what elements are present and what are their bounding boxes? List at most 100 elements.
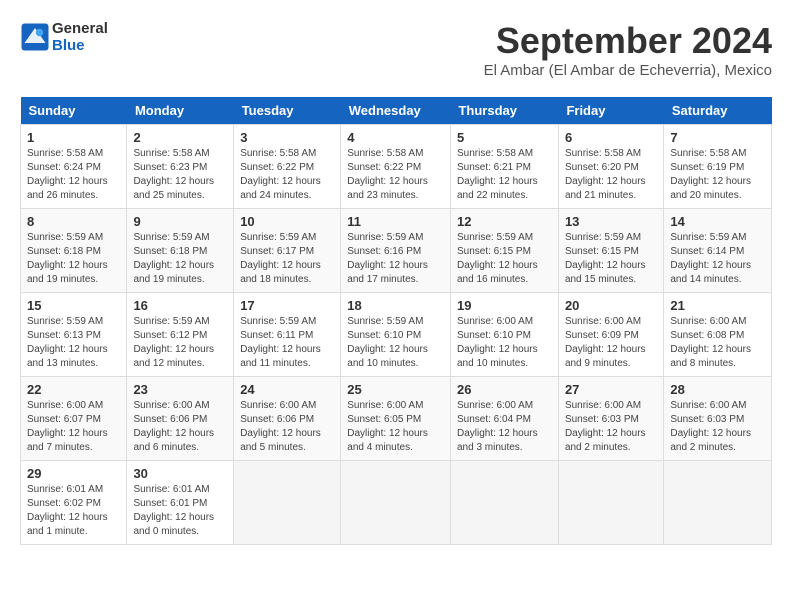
calendar-cell: 16 Sunrise: 5:59 AM Sunset: 6:12 PM Dayl… [127, 293, 234, 377]
day-details: Sunrise: 6:00 AM Sunset: 6:08 PM Dayligh… [670, 315, 765, 371]
calendar-cell: 11 Sunrise: 5:59 AM Sunset: 6:16 PM Dayl… [341, 209, 451, 293]
calendar-cell: 4 Sunrise: 5:58 AM Sunset: 6:22 PM Dayli… [341, 125, 451, 209]
calendar-cell: 12 Sunrise: 5:59 AM Sunset: 6:15 PM Dayl… [450, 209, 558, 293]
calendar-week-3: 15 Sunrise: 5:59 AM Sunset: 6:13 PM Dayl… [21, 293, 772, 377]
col-saturday: Saturday [664, 97, 772, 125]
col-sunday: Sunday [21, 97, 127, 125]
day-details: Sunrise: 5:59 AM Sunset: 6:15 PM Dayligh… [457, 231, 552, 287]
calendar-week-2: 8 Sunrise: 5:59 AM Sunset: 6:18 PM Dayli… [21, 209, 772, 293]
calendar-cell: 8 Sunrise: 5:59 AM Sunset: 6:18 PM Dayli… [21, 209, 127, 293]
calendar-cell [234, 461, 341, 545]
logo-blue: Blue [52, 37, 108, 54]
col-friday: Friday [558, 97, 663, 125]
month-year: September 2024 [484, 20, 772, 62]
day-number: 2 [133, 130, 227, 145]
calendar-cell [558, 461, 663, 545]
day-number: 9 [133, 214, 227, 229]
day-number: 13 [565, 214, 657, 229]
calendar-cell: 27 Sunrise: 6:00 AM Sunset: 6:03 PM Dayl… [558, 377, 663, 461]
calendar-cell: 24 Sunrise: 6:00 AM Sunset: 6:06 PM Dayl… [234, 377, 341, 461]
calendar-cell: 9 Sunrise: 5:59 AM Sunset: 6:18 PM Dayli… [127, 209, 234, 293]
calendar-cell: 14 Sunrise: 5:59 AM Sunset: 6:14 PM Dayl… [664, 209, 772, 293]
day-number: 29 [27, 466, 120, 481]
calendar-cell: 1 Sunrise: 5:58 AM Sunset: 6:24 PM Dayli… [21, 125, 127, 209]
day-number: 11 [347, 214, 444, 229]
day-details: Sunrise: 5:58 AM Sunset: 6:24 PM Dayligh… [27, 147, 120, 203]
day-number: 27 [565, 382, 657, 397]
day-details: Sunrise: 5:59 AM Sunset: 6:10 PM Dayligh… [347, 315, 444, 371]
day-details: Sunrise: 6:00 AM Sunset: 6:06 PM Dayligh… [133, 399, 227, 455]
calendar-cell: 25 Sunrise: 6:00 AM Sunset: 6:05 PM Dayl… [341, 377, 451, 461]
calendar-cell: 30 Sunrise: 6:01 AM Sunset: 6:01 PM Dayl… [127, 461, 234, 545]
day-details: Sunrise: 6:00 AM Sunset: 6:10 PM Dayligh… [457, 315, 552, 371]
day-number: 30 [133, 466, 227, 481]
day-number: 21 [670, 298, 765, 313]
calendar-cell: 29 Sunrise: 6:01 AM Sunset: 6:02 PM Dayl… [21, 461, 127, 545]
day-details: Sunrise: 5:59 AM Sunset: 6:18 PM Dayligh… [27, 231, 120, 287]
col-thursday: Thursday [450, 97, 558, 125]
day-details: Sunrise: 6:01 AM Sunset: 6:02 PM Dayligh… [27, 483, 120, 539]
calendar-cell: 20 Sunrise: 6:00 AM Sunset: 6:09 PM Dayl… [558, 293, 663, 377]
day-number: 4 [347, 130, 444, 145]
day-number: 25 [347, 382, 444, 397]
day-details: Sunrise: 5:59 AM Sunset: 6:11 PM Dayligh… [240, 315, 334, 371]
calendar-week-5: 29 Sunrise: 6:01 AM Sunset: 6:02 PM Dayl… [21, 461, 772, 545]
day-details: Sunrise: 5:59 AM Sunset: 6:17 PM Dayligh… [240, 231, 334, 287]
col-tuesday: Tuesday [234, 97, 341, 125]
day-details: Sunrise: 5:58 AM Sunset: 6:22 PM Dayligh… [347, 147, 444, 203]
day-details: Sunrise: 6:01 AM Sunset: 6:01 PM Dayligh… [133, 483, 227, 539]
calendar-cell: 17 Sunrise: 5:59 AM Sunset: 6:11 PM Dayl… [234, 293, 341, 377]
day-details: Sunrise: 5:59 AM Sunset: 6:13 PM Dayligh… [27, 315, 120, 371]
calendar-cell: 23 Sunrise: 6:00 AM Sunset: 6:06 PM Dayl… [127, 377, 234, 461]
day-number: 26 [457, 382, 552, 397]
calendar-cell: 21 Sunrise: 6:00 AM Sunset: 6:08 PM Dayl… [664, 293, 772, 377]
day-details: Sunrise: 5:59 AM Sunset: 6:12 PM Dayligh… [133, 315, 227, 371]
title-section: September 2024 El Ambar (El Ambar de Ech… [484, 20, 772, 79]
day-number: 5 [457, 130, 552, 145]
day-number: 6 [565, 130, 657, 145]
day-details: Sunrise: 6:00 AM Sunset: 6:05 PM Dayligh… [347, 399, 444, 455]
day-details: Sunrise: 5:59 AM Sunset: 6:14 PM Dayligh… [670, 231, 765, 287]
day-details: Sunrise: 6:00 AM Sunset: 6:09 PM Dayligh… [565, 315, 657, 371]
day-number: 12 [457, 214, 552, 229]
calendar-cell: 22 Sunrise: 6:00 AM Sunset: 6:07 PM Dayl… [21, 377, 127, 461]
logo: General Blue [20, 20, 108, 55]
day-number: 1 [27, 130, 120, 145]
calendar-cell: 7 Sunrise: 5:58 AM Sunset: 6:19 PM Dayli… [664, 125, 772, 209]
day-details: Sunrise: 5:58 AM Sunset: 6:20 PM Dayligh… [565, 147, 657, 203]
day-details: Sunrise: 6:00 AM Sunset: 6:03 PM Dayligh… [670, 399, 765, 455]
day-number: 23 [133, 382, 227, 397]
day-number: 22 [27, 382, 120, 397]
calendar-cell: 15 Sunrise: 5:59 AM Sunset: 6:13 PM Dayl… [21, 293, 127, 377]
day-number: 7 [670, 130, 765, 145]
day-details: Sunrise: 5:59 AM Sunset: 6:15 PM Dayligh… [565, 231, 657, 287]
day-number: 28 [670, 382, 765, 397]
day-number: 18 [347, 298, 444, 313]
day-details: Sunrise: 5:58 AM Sunset: 6:23 PM Dayligh… [133, 147, 227, 203]
day-number: 14 [670, 214, 765, 229]
day-number: 24 [240, 382, 334, 397]
day-number: 16 [133, 298, 227, 313]
calendar-week-1: 1 Sunrise: 5:58 AM Sunset: 6:24 PM Dayli… [21, 125, 772, 209]
calendar: Sunday Monday Tuesday Wednesday Thursday… [20, 97, 772, 545]
day-number: 8 [27, 214, 120, 229]
calendar-week-4: 22 Sunrise: 6:00 AM Sunset: 6:07 PM Dayl… [21, 377, 772, 461]
logo-general: General [52, 20, 108, 37]
calendar-cell: 2 Sunrise: 5:58 AM Sunset: 6:23 PM Dayli… [127, 125, 234, 209]
day-details: Sunrise: 5:58 AM Sunset: 6:21 PM Dayligh… [457, 147, 552, 203]
calendar-cell: 3 Sunrise: 5:58 AM Sunset: 6:22 PM Dayli… [234, 125, 341, 209]
calendar-cell [450, 461, 558, 545]
day-details: Sunrise: 6:00 AM Sunset: 6:04 PM Dayligh… [457, 399, 552, 455]
calendar-cell: 18 Sunrise: 5:59 AM Sunset: 6:10 PM Dayl… [341, 293, 451, 377]
calendar-cell: 5 Sunrise: 5:58 AM Sunset: 6:21 PM Dayli… [450, 125, 558, 209]
day-details: Sunrise: 5:59 AM Sunset: 6:18 PM Dayligh… [133, 231, 227, 287]
col-monday: Monday [127, 97, 234, 125]
day-details: Sunrise: 6:00 AM Sunset: 6:03 PM Dayligh… [565, 399, 657, 455]
calendar-cell: 19 Sunrise: 6:00 AM Sunset: 6:10 PM Dayl… [450, 293, 558, 377]
calendar-cell: 13 Sunrise: 5:59 AM Sunset: 6:15 PM Dayl… [558, 209, 663, 293]
day-details: Sunrise: 6:00 AM Sunset: 6:07 PM Dayligh… [27, 399, 120, 455]
day-details: Sunrise: 6:00 AM Sunset: 6:06 PM Dayligh… [240, 399, 334, 455]
calendar-cell [664, 461, 772, 545]
day-details: Sunrise: 5:58 AM Sunset: 6:22 PM Dayligh… [240, 147, 334, 203]
col-wednesday: Wednesday [341, 97, 451, 125]
